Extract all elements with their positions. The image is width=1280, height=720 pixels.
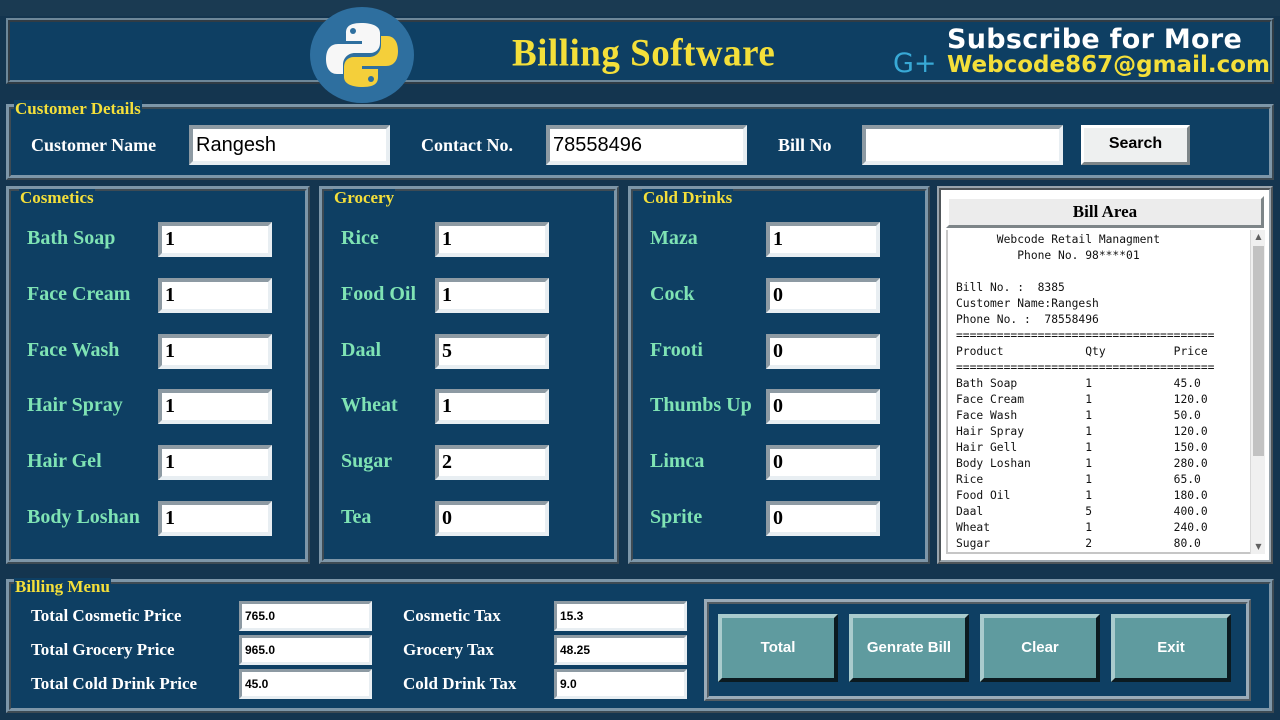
cold-drinks-qty-input[interactable] (766, 333, 880, 369)
bill-line: Webcode Retail Managment (956, 233, 1161, 246)
bill-line: Daal 5 400.0 (956, 505, 1208, 518)
grocery-qty-input[interactable] (435, 277, 549, 313)
grocery-item-label: Tea (341, 506, 372, 528)
grocery-tax-input[interactable] (554, 635, 687, 665)
grocery-qty-input[interactable] (435, 445, 549, 481)
python-logo (310, 7, 414, 103)
cold-drink-tax-input[interactable] (554, 669, 687, 699)
cosmetics-item-label: Bath Soap (27, 227, 116, 249)
bill-line: Rice 1 65.0 (956, 473, 1201, 486)
bill-line: Wheat 1 240.0 (956, 521, 1208, 534)
bill-no-label: Bill No (778, 135, 832, 155)
cosmetics-qty-input[interactable] (158, 222, 272, 257)
grocery-item-label: Food Oil (341, 282, 417, 305)
grocery-qty-input[interactable] (435, 501, 549, 536)
bill-line: Customer Name:Rangesh (956, 297, 1099, 310)
cold-drinks-item-label: Thumbs Up (650, 394, 752, 417)
app-title: Billing Software (512, 31, 776, 76)
grocery-qty-input[interactable] (435, 389, 549, 425)
bill-line: Face Cream 1 120.0 (956, 393, 1208, 406)
cosmetics-qty-input[interactable] (158, 333, 272, 369)
cosmetics-qty-input[interactable] (158, 389, 272, 425)
grocery-item-label: Daal (341, 338, 381, 361)
customer-name-input[interactable] (189, 125, 390, 165)
total-grocery-input[interactable] (239, 635, 372, 665)
scroll-down-icon[interactable]: ▼ (1251, 540, 1266, 554)
bill-line: Hair Gell 1 150.0 (956, 441, 1208, 454)
cosmetics-qty-input[interactable] (158, 501, 272, 536)
email-text: Webcode867@gmail.com (947, 52, 1270, 78)
bill-line: Face Wash 1 50.0 (956, 409, 1201, 422)
billing-menu-label: Billing Menu (14, 577, 111, 596)
bill-line: Food Oil 1 180.0 (956, 489, 1208, 502)
bill-line: Bath Soap 1 45.0 (956, 377, 1201, 390)
total-button[interactable]: Total (718, 614, 838, 682)
cold-drinks-item-label: Sprite (650, 506, 703, 528)
customer-name-label: Customer Name (31, 135, 157, 155)
bill-line: ====================================== (956, 329, 1215, 342)
grocery-item-label: Rice (341, 227, 379, 249)
bill-no-input[interactable] (862, 125, 1063, 165)
cold-drinks-qty-input[interactable] (766, 222, 880, 257)
cosmetic-tax-input[interactable] (554, 601, 687, 631)
total-cold-drink-input[interactable] (239, 669, 372, 699)
bill-line: ====================================== (956, 361, 1215, 374)
generate-bill-button[interactable]: Genrate Bill (849, 614, 969, 682)
bill-line: Hair Spray 1 120.0 (956, 425, 1208, 438)
cosmetic-tax-label: Cosmetic Tax (403, 606, 501, 625)
top-strip (0, 0, 1280, 16)
bill-line (956, 264, 1250, 280)
grocery-label: Grocery (333, 188, 396, 207)
cold-drinks-item-label: Cock (650, 282, 695, 305)
cold-drinks-label: Cold Drinks (642, 188, 734, 207)
total-cosmetic-label: Total Cosmetic Price (31, 606, 182, 625)
search-button[interactable]: Search (1081, 125, 1190, 165)
cosmetics-item-label: Hair Spray (27, 394, 123, 417)
bill-line: Body Loshan 1 280.0 (956, 457, 1208, 470)
cold-drink-tax-label: Cold Drink Tax (403, 674, 517, 693)
bill-scrollbar[interactable]: ▲ ▼ (1250, 230, 1265, 554)
scroll-up-icon[interactable]: ▲ (1251, 230, 1266, 244)
bill-textarea[interactable]: Webcode Retail Managment Phone No. 98***… (946, 230, 1250, 554)
total-grocery-label: Total Grocery Price (31, 640, 175, 659)
total-cold-drink-label: Total Cold Drink Price (31, 674, 198, 693)
bill-line: Bill No. : 8385 (956, 281, 1065, 294)
cosmetics-item-label: Face Cream (27, 282, 131, 305)
cold-drinks-item-label: Frooti (650, 338, 703, 361)
cold-drinks-qty-input[interactable] (766, 389, 880, 425)
gplus-icon: G+ (893, 48, 937, 79)
subscribe-text: Subscribe for More (947, 24, 1243, 55)
total-cosmetic-input[interactable] (239, 601, 372, 631)
cold-drinks-item-label: Limca (650, 450, 705, 473)
cold-drinks-qty-input[interactable] (766, 501, 880, 536)
cold-drinks-qty-input[interactable] (766, 277, 880, 313)
cosmetics-qty-input[interactable] (158, 445, 272, 481)
contact-no-label: Contact No. (421, 135, 513, 155)
contact-no-input[interactable] (546, 125, 747, 165)
bill-line: Sugar 2 80.0 (956, 537, 1201, 550)
grocery-qty-input[interactable] (435, 333, 549, 369)
cosmetics-label: Cosmetics (19, 188, 95, 207)
exit-button[interactable]: Exit (1111, 614, 1231, 682)
bill-area-title: Bill Area (946, 196, 1264, 228)
cosmetics-item-label: Hair Gel (27, 450, 102, 473)
bill-line: Phone No. : 78558496 (956, 313, 1099, 326)
cold-drinks-qty-input[interactable] (766, 445, 880, 481)
scroll-thumb[interactable] (1253, 246, 1264, 456)
bill-line: Product Qty Price (956, 345, 1208, 358)
cosmetics-item-label: Face Wash (27, 338, 120, 361)
customer-details-label: Customer Details (14, 99, 142, 118)
bill-line: Phone No. 98****01 (956, 249, 1140, 262)
grocery-item-label: Sugar (341, 450, 393, 473)
clear-button[interactable]: Clear (980, 614, 1100, 682)
grocery-qty-input[interactable] (435, 222, 549, 257)
cold-drinks-item-label: Maza (650, 227, 698, 249)
cosmetics-item-label: Body Loshan (27, 506, 140, 528)
grocery-item-label: Wheat (341, 394, 398, 417)
cosmetics-qty-input[interactable] (158, 277, 272, 313)
grocery-tax-label: Grocery Tax (403, 640, 494, 659)
